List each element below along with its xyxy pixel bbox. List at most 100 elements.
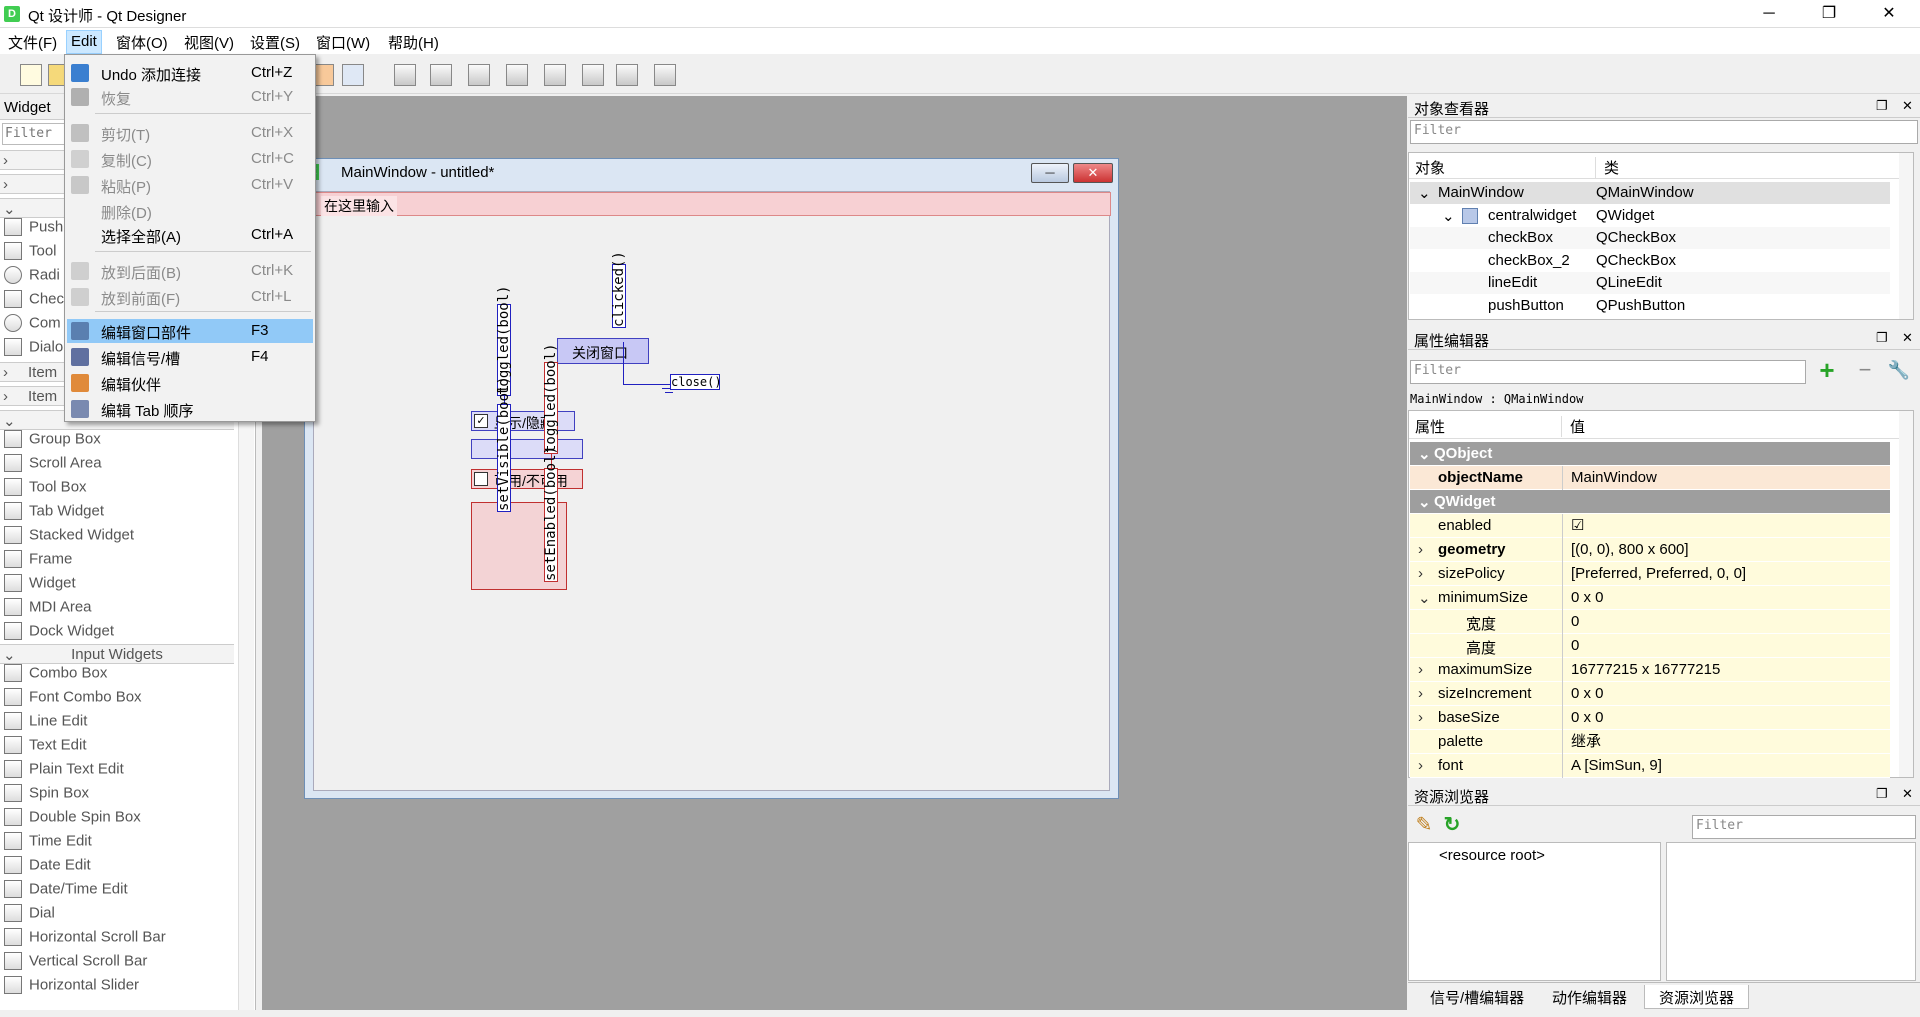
- widget-container-item[interactable]: MDI Area: [4, 598, 92, 622]
- property-row[interactable]: › sizeIncrement 0 x 0: [1410, 682, 1890, 706]
- edit-menu-item[interactable]: 选择全部(A) Ctrl+A: [67, 223, 313, 247]
- property-row[interactable]: › sizePolicy [Preferred, Preferred, 0, 0]: [1410, 562, 1890, 586]
- edit-menu-item[interactable]: Undo 添加连接 Ctrl+Z: [67, 61, 313, 85]
- property-row[interactable]: › maximumSize 16777215 x 16777215: [1410, 658, 1890, 682]
- widget-input-item[interactable]: Dial: [4, 904, 55, 928]
- widget-input-item[interactable]: Line Edit: [4, 712, 87, 736]
- remove-property-icon[interactable]: −: [1852, 358, 1878, 384]
- property-filter-input[interactable]: Filter: [1410, 360, 1806, 384]
- widget-container-item[interactable]: Widget: [4, 574, 76, 598]
- resource-root-item[interactable]: <resource root>: [1439, 847, 1545, 864]
- tab-signal-slot-editor[interactable]: 信号/槽编辑器: [1416, 985, 1538, 1009]
- type-here-placeholder[interactable]: 在这里输入: [321, 196, 397, 216]
- property-table-scrollbar[interactable]: [1899, 411, 1913, 777]
- widget-radio-button[interactable]: Radi: [4, 266, 60, 290]
- property-row[interactable]: ⌄ minimumSize 0 x 0: [1410, 586, 1890, 610]
- widget-input-item[interactable]: Date Edit: [4, 856, 91, 880]
- widget-tool-button[interactable]: Tool: [4, 242, 57, 266]
- tab-resource-browser[interactable]: 资源浏览器: [1644, 985, 1750, 1009]
- edit-menu-item[interactable]: 放到前面(F) Ctrl+L: [67, 285, 313, 309]
- edit-menu-item[interactable]: 编辑信号/槽 F4: [67, 345, 313, 369]
- chevron-right-icon[interactable]: ›: [1418, 661, 1423, 678]
- chevron-right-icon[interactable]: ›: [1418, 757, 1423, 774]
- chevron-down-icon[interactable]: ⌄: [1418, 445, 1431, 463]
- tab-action-editor[interactable]: 动作编辑器: [1538, 985, 1641, 1009]
- property-row[interactable]: › baseSize 0 x 0: [1410, 706, 1890, 730]
- widget-input-item[interactable]: Date/Time Edit: [4, 880, 128, 904]
- widget-dialog-button-box[interactable]: Dialo: [4, 338, 63, 362]
- maximize-button[interactable]: ❐: [1806, 0, 1852, 28]
- chevron-down-icon[interactable]: ⌄: [1418, 184, 1431, 202]
- widget-input-item[interactable]: Horizontal Slider: [4, 976, 139, 1000]
- edit-menu-item[interactable]: 放到后面(B) Ctrl+K: [67, 259, 313, 283]
- edit-tab-order-tool-icon[interactable]: [342, 64, 364, 86]
- menu-help[interactable]: 帮助(H): [386, 32, 441, 52]
- property-row[interactable]: palette 继承: [1410, 730, 1890, 754]
- float-dock-icon[interactable]: ❐: [1876, 330, 1888, 346]
- close-dock-icon[interactable]: ✕: [1902, 330, 1913, 346]
- property-row[interactable]: enabled ☑: [1410, 514, 1890, 538]
- widget-input-item[interactable]: Horizontal Scroll Bar: [4, 928, 166, 952]
- widget-command-link[interactable]: Com: [4, 314, 61, 338]
- checkbox-show-hide[interactable]: ✓ 显示/隐藏: [471, 411, 575, 431]
- edit-menu-item[interactable]: 粘贴(P) Ctrl+V: [67, 173, 313, 197]
- object-tree-scrollbar[interactable]: [1899, 153, 1913, 319]
- edit-menu-item[interactable]: 编辑窗口部件 F3: [67, 319, 313, 343]
- menu-form[interactable]: 窗体(O): [114, 32, 170, 52]
- chevron-down-icon[interactable]: ⌄: [1418, 493, 1431, 511]
- widget-container-item[interactable]: Group Box: [4, 430, 101, 454]
- object-tree-row[interactable]: ⌄ centralwidget QWidget: [1410, 204, 1890, 227]
- object-tree-row[interactable]: checkBox QCheckBox: [1410, 227, 1890, 249]
- form-close-button[interactable]: ✕: [1073, 163, 1113, 183]
- edit-menu-item[interactable]: 恢复 Ctrl+Y: [67, 85, 313, 109]
- object-tree-row[interactable]: pushButton QPushButton: [1410, 294, 1890, 317]
- add-property-icon[interactable]: +: [1814, 357, 1840, 384]
- object-tree-row[interactable]: checkBox_2 QCheckBox: [1410, 249, 1890, 272]
- layout-v-splitter-icon[interactable]: [506, 64, 528, 86]
- property-row[interactable]: ⌄ QWidget: [1410, 490, 1890, 514]
- chevron-down-icon[interactable]: ⌄: [1418, 589, 1431, 607]
- form-minimize-button[interactable]: ─: [1031, 163, 1069, 183]
- widget-push-button[interactable]: Push: [4, 218, 63, 242]
- property-row[interactable]: objectName MainWindow: [1410, 466, 1890, 490]
- object-filter-input[interactable]: Filter: [1410, 120, 1918, 144]
- layout-horizontal-icon[interactable]: [394, 64, 416, 86]
- widget-container-item[interactable]: Dock Widget: [4, 622, 114, 646]
- close-button[interactable]: ✕: [1866, 0, 1912, 28]
- object-tree-row[interactable]: ⌄ MainWindow QMainWindow: [1410, 182, 1890, 204]
- layout-vertical-icon[interactable]: [430, 64, 452, 86]
- property-row[interactable]: 宽度 0: [1410, 610, 1890, 634]
- property-row[interactable]: 高度 0: [1410, 634, 1890, 658]
- checkbox-enable-disable[interactable]: 可用/不可用: [471, 469, 583, 489]
- widget-check-box[interactable]: Chec: [4, 290, 64, 314]
- menu-settings[interactable]: 设置(S): [248, 32, 302, 52]
- property-row[interactable]: › font A [SimSun, 9]: [1410, 754, 1890, 778]
- category-input-widgets[interactable]: ⌄ Input Widgets: [0, 644, 234, 664]
- widget-container-item[interactable]: Scroll Area: [4, 454, 102, 478]
- edit-menu-item[interactable]: 删除(D): [67, 199, 313, 223]
- widget-input-item[interactable]: Spin Box: [4, 784, 89, 808]
- edit-resources-pencil-icon[interactable]: ✎: [1412, 812, 1436, 836]
- layout-grid-icon[interactable]: [544, 64, 566, 86]
- menu-view[interactable]: 视图(V): [182, 32, 236, 52]
- push-button-close[interactable]: 关闭窗口: [557, 338, 649, 364]
- widget-container-item[interactable]: Tab Widget: [4, 502, 104, 526]
- break-layout-icon[interactable]: [616, 64, 638, 86]
- object-tree-row[interactable]: lineEdit QLineEdit: [1410, 272, 1890, 294]
- property-row[interactable]: › geometry [(0, 0), 800 x 600]: [1410, 538, 1890, 562]
- form-menubar[interactable]: 在这里输入: [314, 192, 1111, 216]
- chevron-right-icon[interactable]: ›: [1418, 565, 1423, 582]
- layout-h-splitter-icon[interactable]: [468, 64, 490, 86]
- widget-input-item[interactable]: Double Spin Box: [4, 808, 141, 832]
- widget-input-item[interactable]: Time Edit: [4, 832, 92, 856]
- widget-input-item[interactable]: Vertical Scroll Bar: [4, 952, 147, 976]
- chevron-right-icon[interactable]: ›: [1418, 709, 1423, 726]
- reload-resources-icon[interactable]: ↻: [1440, 812, 1464, 836]
- edit-menu-item[interactable]: 剪切(T) Ctrl+X: [67, 121, 313, 145]
- chevron-right-icon[interactable]: ›: [1418, 685, 1423, 702]
- widget-input-item[interactable]: Combo Box: [4, 664, 107, 688]
- widget-container-item[interactable]: Tool Box: [4, 478, 87, 502]
- resource-filter-input[interactable]: Filter: [1692, 815, 1916, 839]
- menu-window[interactable]: 窗口(W): [314, 32, 372, 52]
- line-edit[interactable]: [471, 439, 583, 459]
